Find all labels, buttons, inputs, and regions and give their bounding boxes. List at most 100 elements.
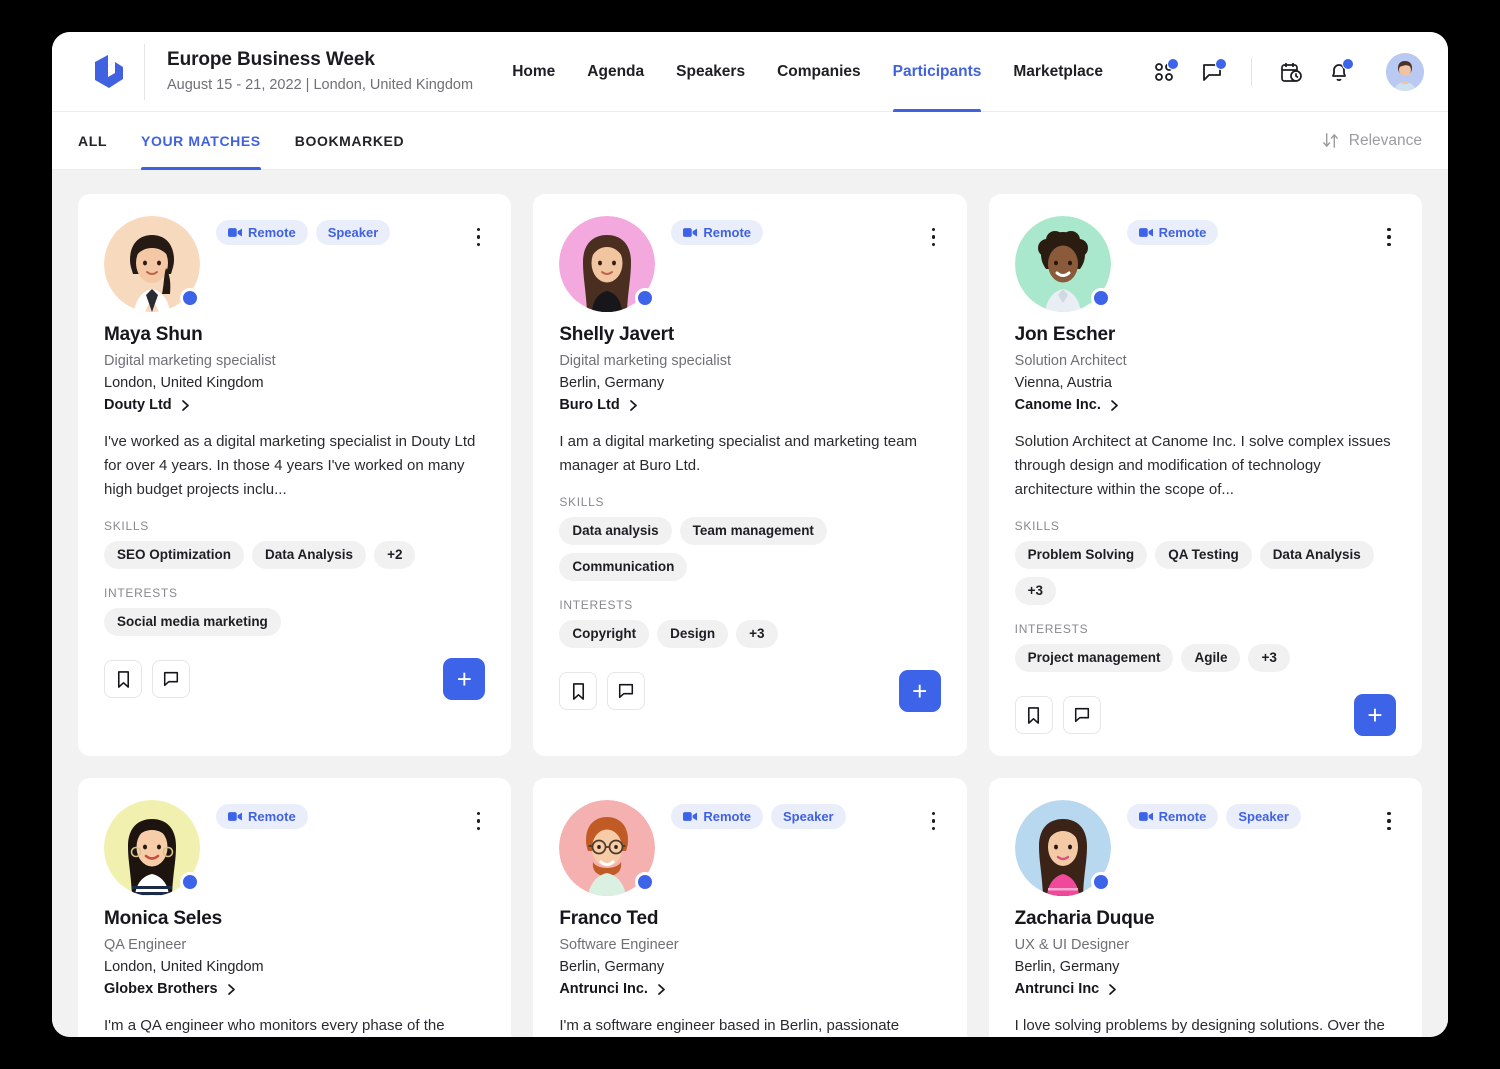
more-options-icon[interactable] <box>467 808 489 834</box>
bell-icon[interactable] <box>1326 57 1354 85</box>
participant-company[interactable]: Antrunci Inc <box>1015 979 1396 999</box>
badge-speaker: Speaker <box>771 804 846 829</box>
badge-remote: Remote <box>1126 220 1219 245</box>
participant-location: Vienna, Austria <box>1014 375 1112 391</box>
user-avatar[interactable] <box>1386 52 1424 91</box>
header-icon-divider <box>1251 57 1252 86</box>
nav-item-home[interactable]: Home <box>512 32 555 112</box>
more-options-icon[interactable] <box>467 224 489 250</box>
card-header: Remote <box>1014 216 1396 312</box>
video-camera-icon <box>683 812 698 821</box>
more-options-icon[interactable] <box>923 808 945 834</box>
bookmark-button[interactable] <box>104 660 142 698</box>
add-connection-button[interactable]: + <box>1354 694 1396 736</box>
badge-remote: Remote <box>1126 804 1219 829</box>
nav-item-marketplace[interactable]: Marketplace <box>1013 32 1103 112</box>
more-options-icon[interactable] <box>923 224 945 250</box>
skill-chip: QA Testing <box>1155 541 1252 569</box>
skills-section: SKILLS Data analysis Team management Commu… <box>559 478 940 581</box>
skills-chips: Problem Solving QA Testing Data Analysis +3 <box>1014 541 1396 605</box>
chevron-right-icon <box>181 399 189 411</box>
filter-tabbar: ALL YOUR MATCHES BOOKMARKED Relevance <box>52 112 1448 170</box>
calendar-clock-icon[interactable] <box>1278 59 1304 85</box>
interest-chip: Design <box>657 620 729 648</box>
participant-card[interactable]: Remote Monica Seles QA Engineer London, … <box>78 778 512 1037</box>
sort-arrows-icon <box>1322 133 1338 148</box>
sort-control[interactable]: Relevance <box>1321 131 1422 150</box>
tab-bookmarked[interactable]: BOOKMARKED <box>295 112 404 170</box>
interests-section: INTERESTS Copyright Design +3 <box>559 581 940 648</box>
interests-chips: Copyright Design +3 <box>559 620 940 648</box>
participant-bio: I am a digital marketing specialist and … <box>559 433 917 474</box>
participant-role: Digital marketing specialist <box>104 353 276 369</box>
more-options-icon[interactable] <box>1378 224 1400 250</box>
chat-bubble-icon[interactable] <box>1199 57 1227 85</box>
avatar[interactable] <box>559 800 656 896</box>
avatar[interactable] <box>559 216 656 312</box>
bookmark-icon <box>117 670 129 688</box>
nav-item-agenda[interactable]: Agenda <box>587 32 644 112</box>
add-connection-button[interactable]: + <box>898 670 941 712</box>
skills-label: SKILLS <box>559 495 605 509</box>
interest-chip: +3 <box>736 620 778 648</box>
skills-label: SKILLS <box>1014 519 1060 533</box>
participant-company[interactable]: Buro Ltd <box>559 395 940 415</box>
participant-card[interactable]: Remote Speaker Maya Shun Digital marketin… <box>78 194 512 756</box>
card-badges: Remote <box>1126 220 1219 245</box>
skill-chip: Data Analysis <box>1259 541 1374 569</box>
event-subtitle: August 15 - 21, 2022 | London, United Ki… <box>167 77 474 93</box>
event-title: Europe Business Week <box>167 49 375 70</box>
participant-role: Digital marketing specialist <box>559 353 731 369</box>
skill-chip: Data analysis <box>559 517 672 545</box>
card-actions: + <box>1014 694 1396 736</box>
message-icon <box>619 683 634 699</box>
nav-item-participants[interactable]: Participants <box>892 32 981 112</box>
participant-company[interactable]: Douty Ltd <box>104 395 485 415</box>
company-label: Douty Ltd <box>104 397 172 413</box>
app-window: Europe Business Week August 15 - 21, 202… <box>52 32 1448 1037</box>
participant-card[interactable]: Remote Speaker Franco Ted Software Engine… <box>533 778 967 1037</box>
interest-chip: Project management <box>1014 644 1174 672</box>
participant-name: Maya Shun <box>104 324 203 345</box>
message-button[interactable] <box>1062 696 1101 734</box>
participant-company[interactable]: Antrunci Inc. <box>559 979 940 999</box>
avatar[interactable] <box>104 216 200 312</box>
company-label: Canome Inc. <box>1014 397 1101 413</box>
participant-card[interactable]: Remote Jon Escher Solution Architect Vie… <box>988 194 1422 756</box>
message-button[interactable] <box>152 660 190 698</box>
participant-location: London, United Kingdom <box>104 959 264 975</box>
apps-grid-icon[interactable] <box>1151 57 1179 85</box>
tab-your-matches[interactable]: YOUR MATCHES <box>141 112 261 170</box>
logo[interactable] <box>74 52 144 92</box>
bookmark-button[interactable] <box>559 672 598 710</box>
participant-company[interactable]: Canome Inc. <box>1015 395 1396 415</box>
skills-chips: Data analysis Team management Communicatio… <box>559 517 940 581</box>
interest-chip: Copyright <box>559 620 650 648</box>
avatar[interactable] <box>104 800 200 896</box>
add-connection-button[interactable]: + <box>443 658 486 700</box>
message-icon <box>1074 707 1089 723</box>
participant-card[interactable]: Remote Speaker Zacharia Duque UX & UI Des… <box>988 778 1422 1037</box>
nav-item-companies[interactable]: Companies <box>777 32 861 112</box>
online-status-indicator <box>180 288 200 308</box>
participant-bio: Solution Architect at Canome Inc. I solv… <box>1014 433 1391 498</box>
interest-chip: Social media marketing <box>104 608 281 636</box>
participant-name: Monica Seles <box>104 908 222 929</box>
participant-location: Berlin, Germany <box>1014 959 1120 975</box>
tab-all[interactable]: ALL <box>78 112 107 170</box>
nav-item-speakers[interactable]: Speakers <box>676 32 745 112</box>
participant-company[interactable]: Globex Brothers <box>104 979 485 999</box>
message-icon <box>163 671 179 687</box>
online-status-indicator <box>1090 288 1111 308</box>
bookmark-button[interactable] <box>1014 696 1053 734</box>
skills-chips: SEO Optimization Data Analysis +2 <box>104 541 485 569</box>
participant-card[interactable]: Remote Shelly Javert Digital marketing s… <box>533 194 967 756</box>
message-button[interactable] <box>607 672 646 710</box>
card-header: Remote Speaker <box>559 800 940 896</box>
avatar[interactable] <box>1014 216 1111 312</box>
more-options-icon[interactable] <box>1378 808 1400 834</box>
video-camera-icon <box>228 228 242 237</box>
skill-chip: +2 <box>374 541 416 569</box>
avatar[interactable] <box>1014 800 1111 896</box>
chevron-right-icon <box>658 983 665 995</box>
